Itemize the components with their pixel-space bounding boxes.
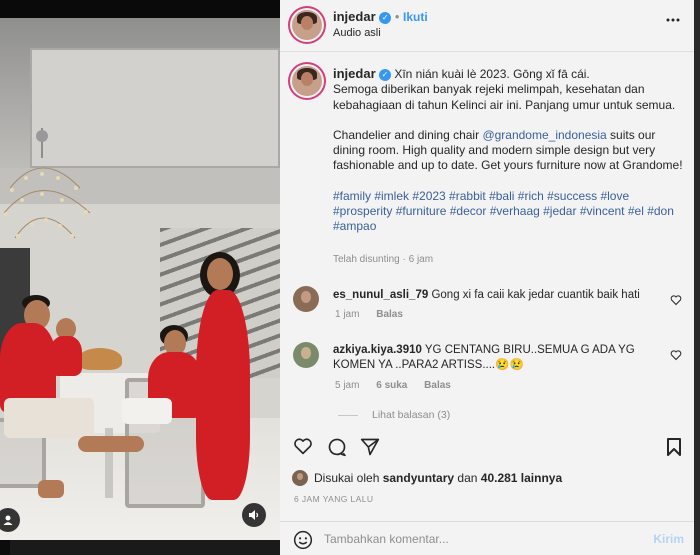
likes-count[interactable]: 40.281 lainnya: [481, 471, 562, 485]
caption-edited-time: Telah disunting · 6 jam: [333, 254, 434, 265]
post-panel: injedar ✓ • Ikuti Audio asli injedar ✓ X…: [280, 0, 694, 555]
caption-avatar[interactable]: [292, 66, 322, 96]
comment-input[interactable]: [324, 529, 624, 549]
comment-icon[interactable]: [327, 437, 347, 457]
comment-item: azkiya.kiya.3910 YG CENTANG BIRU..SEMUA …: [333, 343, 653, 373]
caption-para2-before: Chandelier and dining chair: [333, 127, 483, 142]
toddler-shirt: [50, 336, 82, 376]
share-icon[interactable]: [360, 437, 380, 457]
mention-link[interactable]: @grandome_indonesia: [482, 128, 606, 142]
liker-avatar[interactable]: [292, 470, 308, 486]
comment-like-icon[interactable]: [670, 349, 682, 361]
fruit-bowl: [78, 348, 122, 370]
right-edge: [694, 0, 700, 555]
caption-line2: Semoga diberikan banyak rejeki melimpah,…: [333, 82, 676, 112]
emoji-icon[interactable]: [293, 530, 313, 550]
woman-dress: [196, 290, 250, 500]
like-icon[interactable]: [293, 437, 313, 455]
post-caption: injedar ✓ Xīn nián kuài lè 2023. Gōng xǐ…: [333, 66, 685, 250]
comment-item: es_nunul_asli_79 Gong xi fa caii kak jed…: [333, 288, 673, 303]
app-frame: injedar ✓ • Ikuti Audio asli injedar ✓ X…: [0, 0, 700, 555]
child-shorts: [122, 398, 172, 424]
verified-badge-icon: ✓: [379, 11, 392, 24]
author-avatar[interactable]: [292, 10, 322, 40]
post-comment-button[interactable]: Kirim: [653, 532, 684, 546]
comment-time: 5 jam: [335, 380, 360, 391]
comment-likes[interactable]: 6 suka: [376, 380, 407, 391]
audio-toggle-icon[interactable]: [242, 503, 266, 527]
person-pants: [4, 398, 94, 438]
likes-prefix: Disukai oleh: [314, 471, 383, 485]
more-options-icon[interactable]: [666, 18, 680, 22]
liker-username[interactable]: sandyuntary: [383, 471, 454, 485]
comment-meta: 5 jam 6 suka Balas: [335, 380, 465, 391]
view-replies-button[interactable]: Lihat balasan (3): [338, 409, 450, 421]
woman-head: [207, 258, 233, 290]
hashtags[interactable]: #family #imlek #2023 #rabbit #bali #rich…: [333, 189, 685, 235]
comment-username[interactable]: azkiya.kiya.3910: [333, 344, 422, 356]
chandelier-icon: [3, 128, 91, 239]
comment-username[interactable]: es_nunul_asli_79: [333, 289, 428, 301]
reply-button[interactable]: Balas: [376, 309, 403, 320]
person-feet: [38, 480, 64, 498]
comment-time: 1 jam: [335, 309, 360, 320]
commenter-avatar[interactable]: [293, 286, 319, 312]
comment-meta: 1 jam Balas: [335, 309, 417, 320]
verified-badge-icon: ✓: [378, 68, 391, 81]
post-date: 6 JAM YANG LALU: [294, 494, 374, 504]
comment-text: Gong xi fa caii kak jedar cuantik baik h…: [431, 289, 640, 301]
author-username[interactable]: injedar: [333, 9, 376, 24]
view-replies-label: Lihat balasan (3): [372, 409, 451, 421]
post-actions: [280, 432, 694, 462]
likes-summary[interactable]: Disukai oleh sandyuntary dan 40.281 lain…: [314, 471, 562, 485]
likes-middle: dan: [454, 471, 481, 485]
caption-username[interactable]: injedar: [333, 66, 376, 81]
follow-button[interactable]: Ikuti: [403, 10, 428, 24]
child-legs: [78, 436, 144, 452]
audio-label[interactable]: Audio asli: [333, 27, 381, 39]
save-icon[interactable]: [666, 437, 682, 457]
comment-like-icon[interactable]: [670, 294, 682, 306]
commenter-avatar[interactable]: [293, 342, 319, 368]
comment-composer: Kirim: [280, 521, 694, 555]
post-media[interactable]: [0, 18, 280, 540]
replies-line: [338, 414, 358, 416]
separator-dot: •: [394, 9, 404, 24]
media-top-bar: [0, 0, 280, 18]
reply-button[interactable]: Balas: [424, 380, 451, 391]
post-header: injedar ✓ • Ikuti Audio asli: [280, 0, 694, 52]
caption-line1: Xīn nián kuài lè 2023. Gōng xǐ fā cái.: [394, 67, 590, 81]
